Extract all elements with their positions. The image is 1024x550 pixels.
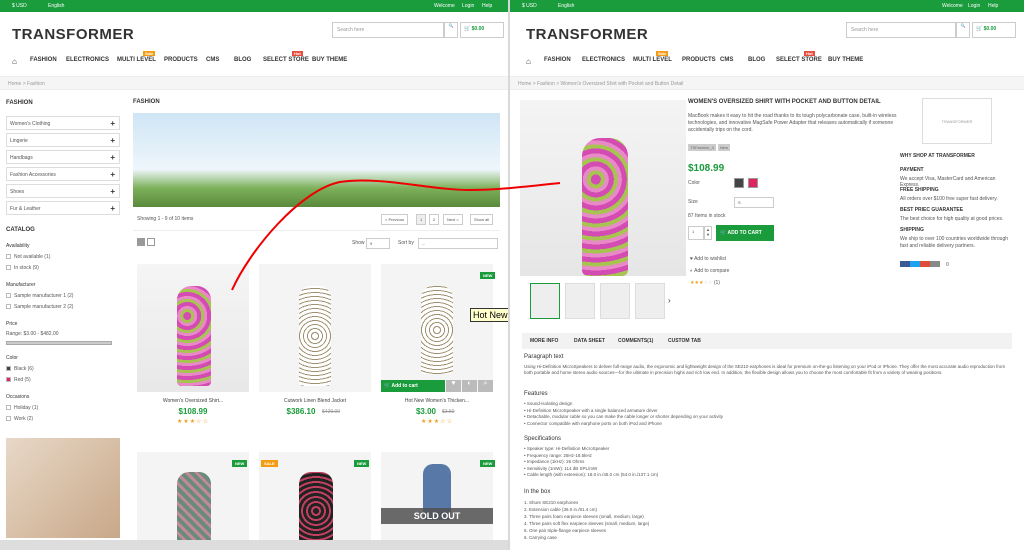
connector-arrow — [231, 179, 561, 291]
